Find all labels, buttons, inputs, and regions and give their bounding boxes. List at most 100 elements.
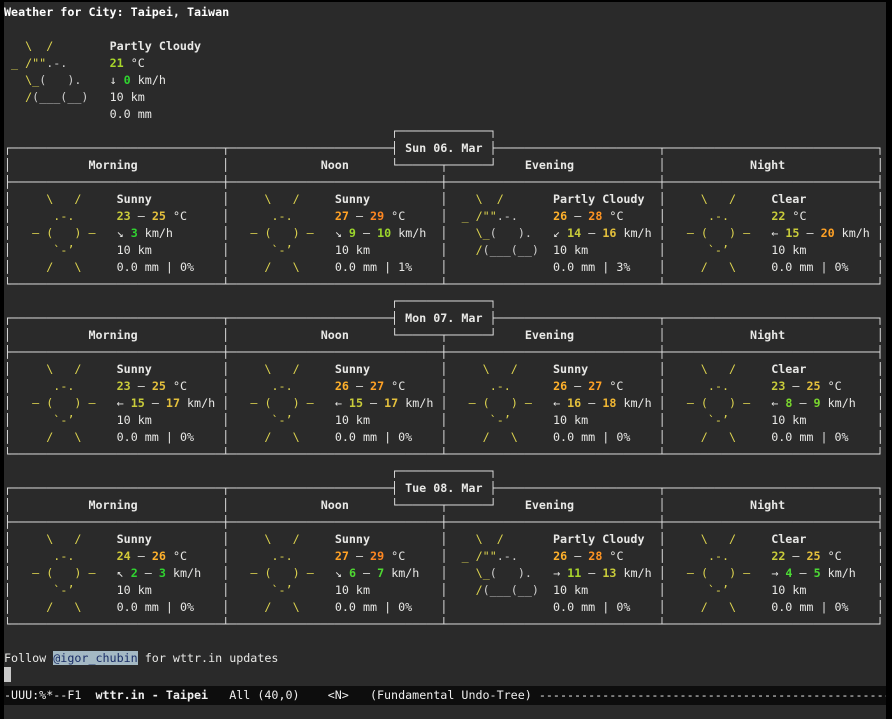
precipitation-value: 0.0 mm | 3% (553, 260, 630, 274)
text: │ (659, 498, 666, 512)
condition-label: Partly Cloudy (553, 532, 644, 546)
visibility-value: 10 km (117, 583, 152, 597)
current-conditions-line: _ /"".-. 21 °C (4, 55, 886, 72)
text (328, 583, 335, 597)
partly-cloudy-icon: ( ). (39, 73, 81, 87)
text: │ (877, 600, 884, 614)
wind-value: 9 (349, 226, 356, 240)
wind-value: 3 (131, 226, 138, 240)
day-label: Sun 06. Mar (398, 141, 489, 155)
temperature-value: 23 (117, 209, 131, 223)
sunny-icon: .-. (455, 379, 546, 393)
text: km/h (384, 566, 419, 580)
sunny-icon: / \ (18, 260, 109, 274)
table-top-border: ┌──────────────────────────────┬────────… (4, 140, 886, 157)
text (328, 600, 335, 614)
text (187, 209, 222, 223)
wind-value: 13 (602, 566, 616, 580)
wind-value: 16 (567, 396, 581, 410)
text: °C (124, 56, 145, 70)
text (666, 583, 673, 597)
text (110, 532, 117, 546)
visibility-value: 10 km (771, 243, 806, 257)
twitter-link[interactable]: @igor_chubin (53, 651, 137, 665)
condition-label: Sunny (335, 192, 370, 206)
text: │ (4, 600, 11, 614)
text (110, 192, 117, 206)
text (785, 328, 876, 342)
text (532, 226, 546, 240)
wind-value: 15 (349, 396, 363, 410)
condition-label: Sunny (335, 362, 370, 376)
table-top-border: ┌──────────────────────────────┬────────… (4, 480, 886, 497)
visibility-value: 10 km (771, 583, 806, 597)
text (806, 192, 876, 206)
blank-line (4, 21, 886, 38)
forecast-row: │ / \ 0.0 mm | 0% │ / \ 0.0 mm | 1% │ 0.… (4, 259, 886, 276)
text (110, 583, 117, 597)
sunny-icon: / \ (18, 430, 109, 444)
text (447, 549, 454, 563)
text (870, 226, 877, 240)
text: │ (877, 413, 884, 427)
precipitation-value: 0.0 mm | 0% (335, 430, 412, 444)
precipitation-value: 0.0 mm | 0% (117, 600, 194, 614)
text (4, 107, 95, 121)
text (644, 192, 658, 206)
wind-value: 6 (349, 566, 356, 580)
forecast-row: │ \ / Sunny │ \ / Sunny │ \ / Partly Clo… (4, 531, 886, 548)
text: │ (4, 328, 11, 342)
text: km/h (180, 396, 215, 410)
emacs-buffer-wttr-report[interactable]: Weather for City: Taipei, Taiwan \ / Par… (4, 2, 886, 686)
text: ← (553, 396, 567, 410)
text: – (799, 226, 820, 240)
partly-cloudy-icon: \_ (455, 226, 490, 240)
text (546, 192, 553, 206)
table-border: ├───────────────────────┬───────────────… (490, 311, 884, 325)
text (539, 243, 546, 257)
text (173, 226, 222, 240)
day-box-border: └──────┬──────┘ (391, 158, 497, 172)
period-header: Morning (88, 498, 137, 512)
text (152, 192, 222, 206)
sunny-icon: \ / (673, 362, 764, 376)
text (201, 566, 222, 580)
sunny-icon: \ / (454, 362, 545, 376)
sunny-icon: `-’ (18, 413, 109, 427)
period-header: Evening (525, 328, 574, 342)
text (447, 396, 454, 410)
visibility-value: 10 km (110, 90, 145, 104)
current-conditions-line: 0.0 mm (4, 106, 886, 123)
partly-cloudy-icon: ( ). (490, 226, 532, 240)
precipitation-value: 0.0 mm | 1% (335, 260, 412, 274)
blank-line (4, 633, 886, 650)
forecast-days: ┌─────────────┐┌────────────────────────… (4, 123, 886, 633)
text (328, 396, 335, 410)
table-border: ┌──────────────────────────────┬────────… (4, 481, 398, 495)
text (187, 379, 222, 393)
text: – (567, 549, 588, 563)
emacs-modeline[interactable]: -UUU:%*--F1 wttr.in - Taipei All (40,0) … (4, 686, 886, 705)
text (546, 600, 553, 614)
forecast-row: │ .-. 24 – 26 °C │ .-. 27 – 29 °C │ _ /"… (4, 548, 886, 565)
text: – (581, 566, 602, 580)
sunny-icon: / \ (236, 600, 327, 614)
temperature-value: 28 (588, 549, 602, 563)
period-header: Noon (321, 158, 349, 172)
text (652, 226, 659, 240)
text (152, 243, 222, 257)
forecast-row: │ \ / Sunny │ \ / Sunny │ \ / Sunny │ \ … (4, 361, 886, 378)
visibility-value: 10 km (117, 243, 152, 257)
wind-value: 16 (602, 226, 616, 240)
wind-value: 0 (124, 73, 131, 87)
condition-label: Sunny (117, 192, 152, 206)
text (412, 600, 440, 614)
text: – (567, 379, 588, 393)
text (426, 226, 440, 240)
text (110, 379, 117, 393)
text (110, 413, 117, 427)
emacs-minibuffer[interactable] (4, 705, 886, 719)
partly-cloudy-icon: (___(__) (483, 243, 539, 257)
footer-line: Follow @igor_chubin for wttr.in updates (4, 650, 886, 667)
text (328, 379, 335, 393)
